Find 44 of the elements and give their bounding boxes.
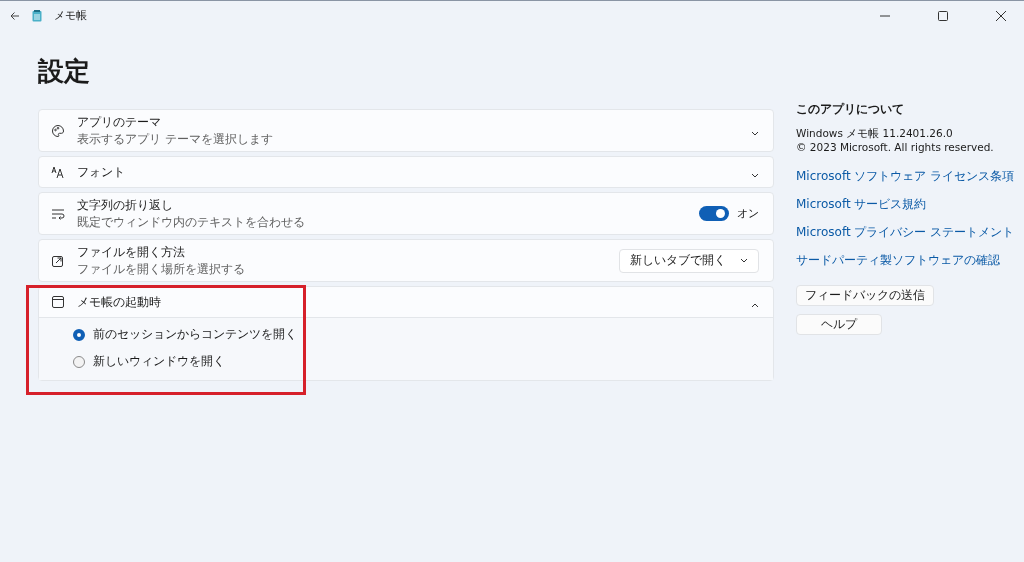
setting-description: 既定でウィンドウ内のテキストを合わせる	[77, 213, 306, 231]
close-icon	[996, 11, 1006, 21]
back-arrow-icon[interactable]	[10, 11, 20, 21]
chevron-up-icon[interactable]	[751, 302, 759, 308]
link[interactable]: Microsoft サービス規約	[796, 196, 1022, 213]
dropdown[interactable]: 新しいタブで開く	[619, 248, 759, 273]
font-icon	[51, 165, 65, 179]
radio-option[interactable]: 前のセッションからコンテンツを開く	[73, 326, 773, 343]
radio-button[interactable]	[73, 328, 85, 341]
chevron-down-icon[interactable]	[751, 172, 759, 178]
settings-card[interactable]: ファイルを開く方法 ファイルを開く場所を選択する 新しいタブで開く	[38, 239, 774, 282]
chevron-down-icon[interactable]	[740, 258, 748, 263]
setting-description: ファイルを開く場所を選択する	[77, 260, 246, 278]
settings-card[interactable]: メモ帳の起動時 前のセッションからコンテンツを開く 新しいウィンドウを開く	[38, 286, 774, 381]
window-title: メモ帳	[54, 9, 87, 23]
settings-card[interactable]: 文字列の折り返し 既定でウィンドウ内のテキストを合わせる オン	[38, 192, 774, 235]
maximize-icon	[938, 11, 948, 21]
text-wrap-icon	[51, 206, 65, 221]
window-icon	[51, 295, 65, 309]
settings-card[interactable]: フォント	[38, 156, 774, 188]
notepad-icon	[32, 10, 42, 22]
setting-title: 文字列の折り返し	[77, 196, 174, 214]
setting-title: フォント	[77, 163, 126, 181]
link[interactable]: Microsoft ソフトウェア ライセンス条項	[796, 168, 1022, 185]
about-heading: このアプリについて	[796, 101, 905, 118]
palette-icon	[51, 123, 65, 138]
toggle-switch[interactable]	[699, 206, 729, 221]
setting-title: メモ帳の起動時	[77, 293, 162, 311]
setting-title: アプリのテーマ	[77, 113, 162, 131]
toggle-state: オン	[737, 206, 759, 221]
radio-button[interactable]	[73, 355, 85, 368]
setting-description: 表示するアプリ テーマを選択します	[77, 130, 274, 148]
link[interactable]: Microsoft プライバシー ステートメント	[796, 224, 1022, 241]
link[interactable]: サードパーティ製ソフトウェアの確認	[796, 252, 1022, 269]
help-button[interactable]: ヘルプ	[796, 314, 882, 335]
radio-option[interactable]: 新しいウィンドウを開く	[73, 353, 773, 370]
feedback-button[interactable]: フィードバックの送信	[796, 285, 934, 306]
copyright-text: © 2023 Microsoft. All rights reserved.	[796, 140, 995, 154]
version-text: Windows メモ帳 11.2401.26.0	[796, 126, 954, 140]
page-title: 設定	[38, 55, 91, 88]
chevron-down-icon[interactable]	[751, 131, 759, 136]
open-external-icon	[51, 253, 65, 268]
setting-title: ファイルを開く方法	[77, 243, 186, 261]
settings-card[interactable]: アプリのテーマ 表示するアプリ テーマを選択します	[38, 109, 774, 152]
